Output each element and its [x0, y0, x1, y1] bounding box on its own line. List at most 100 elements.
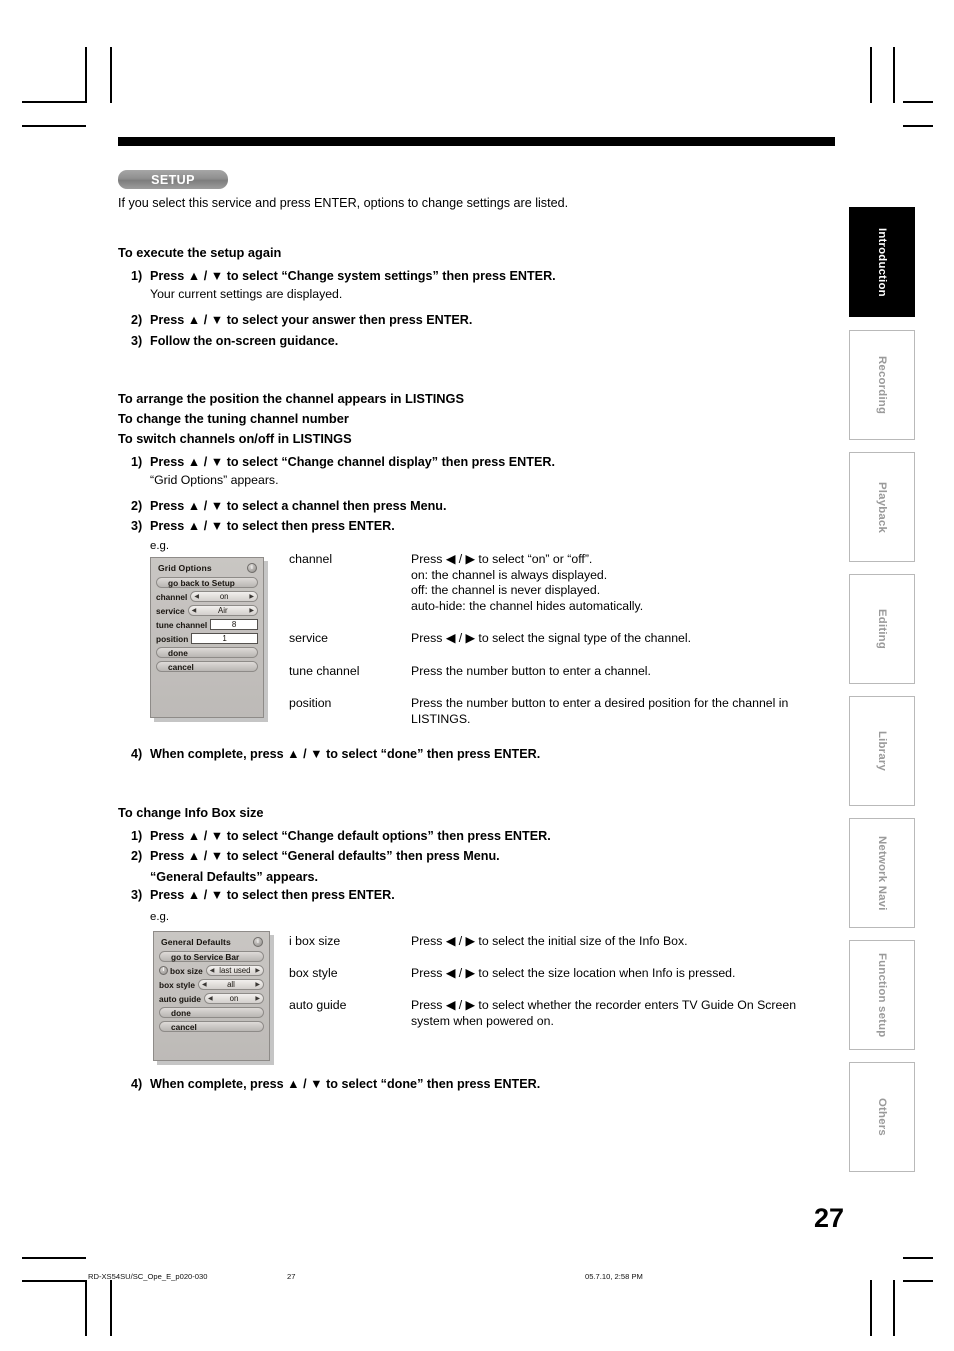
general-defaults-box-size-spinner[interactable]: ◀ last used ▶ — [205, 965, 264, 976]
grid-options-row-position: position 1 — [156, 633, 258, 644]
section-3-step-3-num: 3) — [131, 888, 143, 902]
general-defaults-auto-guide-spinner[interactable]: ◀ on ▶ — [203, 993, 264, 1004]
general-defaults-done-button[interactable]: done — [159, 1007, 264, 1018]
sidebar-tab-library[interactable]: Library — [849, 696, 915, 806]
sidebar-tab-others[interactable]: Others — [849, 1062, 915, 1172]
crop-mark-top-right-v2 — [870, 47, 872, 103]
page-number: 27 — [813, 1203, 844, 1233]
general-defaults-title: General Defaults — [161, 937, 231, 947]
general-defaults-box-style-value: all — [227, 980, 235, 989]
section-1-step-2-num: 2) — [131, 313, 143, 327]
grid-options-row-channel: channel ◀ on ▶ — [156, 591, 258, 602]
desc-text-tune-channel: Press the number button to enter a chann… — [411, 664, 651, 678]
section-2-step-1-text: Press ▲ / ▼ to select “Change channel di… — [150, 455, 555, 469]
sidebar-tab-function-setup[interactable]: Function setup — [849, 940, 915, 1050]
general-defaults-cancel-button[interactable]: cancel — [159, 1021, 264, 1032]
general-defaults-box-size-text: box size — [170, 965, 203, 976]
general-defaults-panel: General Defaults i go to Service Bar i b… — [153, 931, 270, 1061]
sidebar-tab-recording-label: Recording — [876, 355, 888, 415]
intro-paragraph: If you select this service and press ENT… — [118, 196, 569, 210]
desc-term-channel: channel — [289, 552, 333, 566]
grid-options-cancel-button[interactable]: cancel — [156, 661, 258, 672]
grid-options-tune-channel-label: tune channel — [156, 619, 208, 630]
grid-options-row-service: service ◀ Air ▶ — [156, 605, 258, 616]
sidebar-tab-introduction[interactable]: Introduction — [849, 207, 915, 317]
general-defaults-auto-guide-value: on — [229, 994, 239, 1003]
grid-options-tune-channel-field[interactable]: 8 — [210, 619, 258, 630]
desc-text-auto-guide: Press ◀ / ▶ to select whether the record… — [411, 998, 797, 1028]
section-1-step-1-num: 1) — [131, 269, 143, 283]
section-2-step-1-num: 1) — [131, 455, 143, 469]
sidebar-tab-recording[interactable]: Recording — [849, 330, 915, 440]
section-1-heading: To execute the setup again — [118, 245, 282, 260]
crop-mark-top-left-h2 — [22, 125, 86, 127]
desc-term-auto-guide: auto guide — [289, 998, 347, 1012]
section-2-step-4-num: 4) — [131, 747, 143, 761]
section-2-heading-2: To change the tuning channel number — [118, 411, 349, 426]
section-3-step-2-num: 2) — [131, 849, 143, 863]
grid-options-channel-value: on — [219, 592, 229, 601]
general-defaults-go-back-button[interactable]: go to Service Bar — [159, 951, 264, 962]
grid-options-service-value: Air — [218, 606, 228, 615]
section-2-note: “Grid Options” appears. — [150, 473, 279, 487]
section-2-eg-label: e.g. — [150, 540, 169, 552]
sidebar-tab-network-navi-label: Network Navi — [876, 835, 888, 911]
section-3-step-1-text: Press ▲ / ▼ to select “Change default op… — [150, 829, 551, 843]
setup-badge: SETUP — [118, 170, 228, 189]
crop-mark-bottom-right-h2 — [903, 1280, 933, 1282]
grid-options-position-field[interactable]: 1 — [191, 633, 258, 644]
grid-options-title-bar: Grid Options i — [158, 563, 257, 573]
crop-mark-bottom-left-v2 — [110, 1280, 112, 1336]
crop-mark-bottom-left-h1 — [22, 1257, 86, 1259]
desc-text-position: Press the number button to enter a desir… — [411, 696, 789, 726]
footer-timestamp: 05.7.10, 2:58 PM — [585, 1272, 643, 1281]
sidebar-tab-editing[interactable]: Editing — [849, 574, 915, 684]
general-defaults-box-style-label: box style — [159, 979, 195, 990]
sidebar-tab-library-label: Library — [876, 730, 888, 772]
general-defaults-row-auto-guide: auto guide ◀ on ▶ — [159, 993, 264, 1004]
section-2-step-2-text: Press ▲ / ▼ to select a channel then pre… — [150, 499, 447, 513]
general-defaults-row-box-style: box style ◀ all ▶ — [159, 979, 264, 990]
sidebar-tab-network-navi[interactable]: Network Navi — [849, 818, 915, 928]
crop-mark-bottom-left-v1 — [85, 1280, 87, 1336]
section-1-step-1-text: Press ▲ / ▼ to select “Change system set… — [150, 269, 556, 283]
grid-options-panel: Grid Options i go back to Setup channel … — [150, 557, 264, 718]
footer-file-name: RD-XS54SU/SC_Ope_E_p020-030 — [88, 1272, 208, 1281]
chevron-right-icon[interactable]: ▶ — [249, 608, 254, 614]
section-1-step-3-text: Follow the on-screen guidance. — [150, 334, 339, 348]
crop-mark-top-left-v2 — [110, 47, 112, 103]
crop-mark-bottom-right-v2 — [870, 1280, 872, 1336]
chevron-right-icon[interactable]: ▶ — [255, 982, 260, 988]
crop-mark-bottom-right-v1 — [893, 1280, 895, 1336]
section-3-step-2-text: Press ▲ / ▼ to select “General defaults”… — [150, 849, 500, 863]
sidebar-tab-introduction-label: Introduction — [876, 227, 888, 297]
chevron-right-icon[interactable]: ▶ — [255, 996, 260, 1002]
info-icon: i — [253, 937, 263, 947]
section-2-step-4-text: When complete, press ▲ / ▼ to select “do… — [150, 747, 541, 761]
grid-options-service-label: service — [156, 605, 185, 616]
general-defaults-auto-guide-label: auto guide — [159, 993, 201, 1004]
grid-options-done-button[interactable]: done — [156, 647, 258, 658]
section-3-step-4-num: 4) — [131, 1077, 143, 1091]
footer-page: 27 — [287, 1272, 296, 1281]
chevron-right-icon[interactable]: ▶ — [255, 968, 260, 974]
chevron-right-icon[interactable]: ▶ — [249, 594, 254, 600]
general-defaults-box-style-spinner[interactable]: ◀ all ▶ — [197, 979, 264, 990]
grid-options-service-spinner[interactable]: ◀ Air ▶ — [187, 605, 258, 616]
desc-text-i-box-size: Press ◀ / ▶ to select the initial size o… — [411, 934, 688, 948]
desc-term-tune-channel: tune channel — [289, 664, 360, 678]
grid-options-go-back-button[interactable]: go back to Setup — [156, 577, 258, 588]
desc-text-channel: Press ◀ / ▶ to select “on” or “off”. on:… — [411, 552, 644, 613]
section-2-step-3-text: Press ▲ / ▼ to select then press ENTER. — [150, 519, 395, 533]
section-1-step-3-num: 3) — [131, 334, 143, 348]
general-defaults-row-box-size: i box size ◀ last used ▶ — [159, 965, 264, 976]
grid-options-position-label: position — [156, 633, 189, 644]
desc-text-box-style: Press ◀ / ▶ to select the size location … — [411, 966, 736, 980]
section-1-step-2-text: Press ▲ / ▼ to select your answer then p… — [150, 313, 473, 327]
section-2-step-2-num: 2) — [131, 499, 143, 513]
grid-options-channel-spinner[interactable]: ◀ on ▶ — [190, 591, 258, 602]
info-icon-small: i — [159, 966, 168, 975]
sidebar-tab-function-setup-label: Function setup — [876, 952, 888, 1038]
sidebar-tab-playback[interactable]: Playback — [849, 452, 915, 562]
crop-mark-top-left-v1 — [85, 47, 87, 103]
